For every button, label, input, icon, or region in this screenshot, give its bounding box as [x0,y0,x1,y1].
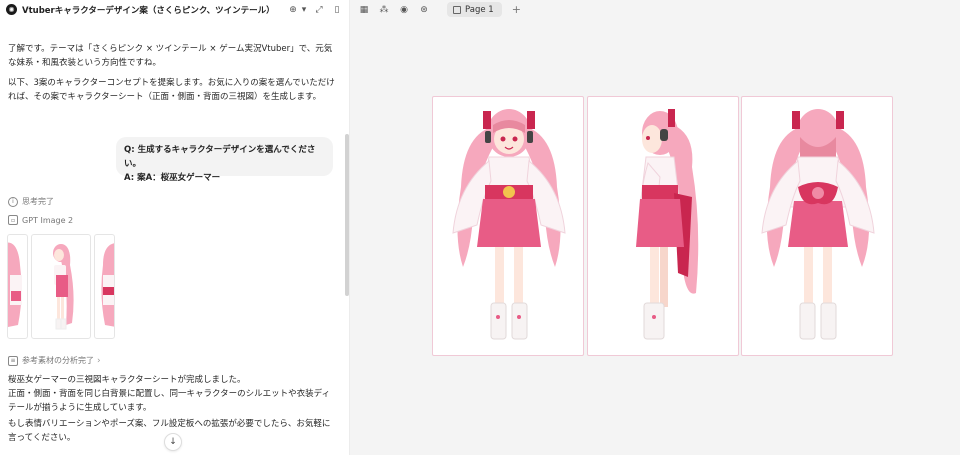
character-side-graphic [636,109,699,340]
thinking-label: 思考完了 [22,197,54,206]
analysis-label: 参考素材の分析完了 [22,356,94,365]
model-status: ▫ GPT Image 2 [8,215,73,225]
character-thumbnail-graphic [8,242,22,327]
grid-view-icon[interactable]: ▦ [357,3,371,17]
document-icon: ≡ [8,355,18,366]
add-circle-icon[interactable]: ⊕ [286,3,300,17]
character-sheet-front[interactable] [432,96,584,356]
character-front-graphic [452,109,566,340]
character-thumbnail-graphic [53,244,74,330]
scrollbar-thumb[interactable] [345,134,349,296]
arrow-down-icon: ↓ [169,437,177,447]
chevron-down-icon[interactable]: ▾ [300,3,308,17]
user-question: Q: 生成するキャラクターデザインを選んでください。 [124,145,316,169]
add-page-icon[interactable]: + [512,3,521,16]
result-line-2: 正面・側面・背面を同じ白背景に配置し、同一キャラクターのシルエットや衣装ディテー… [8,389,331,413]
image-thumbnails [7,234,115,339]
canvas-toolbar: ▦ ⁂ ◉ ⊛ Page 1 + [350,0,960,19]
expand-icon[interactable]: ⤢ [312,3,326,17]
assistant-message-proposal: 以下、3案のキャラクターコンセプトを提案します。お気に入りの案を選んでいただけれ… [8,78,335,102]
chat-header: ✺ Vtuberキャラクターデザイン案（さくらピンク、ツインテール） ⊕ ▾ ⤢… [0,0,349,19]
page-icon [453,5,461,14]
settings-icon[interactable]: ⊛ [417,3,431,17]
scroll-down-button[interactable]: ↓ [164,433,182,451]
character-sheet-back[interactable] [741,96,893,356]
pin-icon[interactable]: ◉ [397,3,411,17]
result-line-1: 桜巫女ゲーマーの三視図キャラクターシートが完成しました。 [8,375,246,385]
chevron-right-icon: › [97,355,101,366]
chatgpt-logo-icon: ✺ [6,4,17,15]
user-answer: A: 案A：桜巫女ゲーマー [124,173,221,183]
assistant-message-intro: 了解です。テーマは「さくらピンク × ツインテール × ゲーム実況Vtuber」… [8,44,333,68]
thumbnail-image[interactable] [7,234,28,339]
chat-panel: ✺ Vtuberキャラクターデザイン案（さくらピンク、ツインテール） ⊕ ▾ ⤢… [0,0,350,455]
character-back-graphic [761,109,875,340]
user-message-bubble: Q: 生成するキャラクターデザインを選んでください。 A: 案A：桜巫女ゲーマー [116,137,333,183]
assistant-result-message: 桜巫女ゲーマーの三視図キャラクターシートが完成しました。 正面・側面・背面を同じ… [8,373,338,415]
share-nodes-icon[interactable]: ⁂ [377,3,391,17]
thumbnail-image[interactable] [94,234,115,339]
canvas-panel: ▦ ⁂ ◉ ⊛ Page 1 + [350,0,960,455]
sidebar-toggle-icon[interactable]: ▯ [330,3,344,17]
page-tab-label: Page 1 [465,4,494,15]
thinking-icon: i [8,196,18,207]
tab-page-1[interactable]: Page 1 [447,2,502,17]
character-sheet-side[interactable] [587,96,739,356]
model-label: GPT Image 2 [22,215,74,225]
character-thumbnail-graphic [101,243,114,327]
analysis-status[interactable]: ≡ 参考素材の分析完了 › [8,355,101,366]
image-icon: ▫ [8,215,18,225]
thinking-status[interactable]: i 思考完了 [8,196,54,207]
thumbnail-image-selected[interactable] [31,234,91,339]
conversation-title: Vtuberキャラクターデザイン案（さくらピンク、ツインテール） [22,5,275,16]
